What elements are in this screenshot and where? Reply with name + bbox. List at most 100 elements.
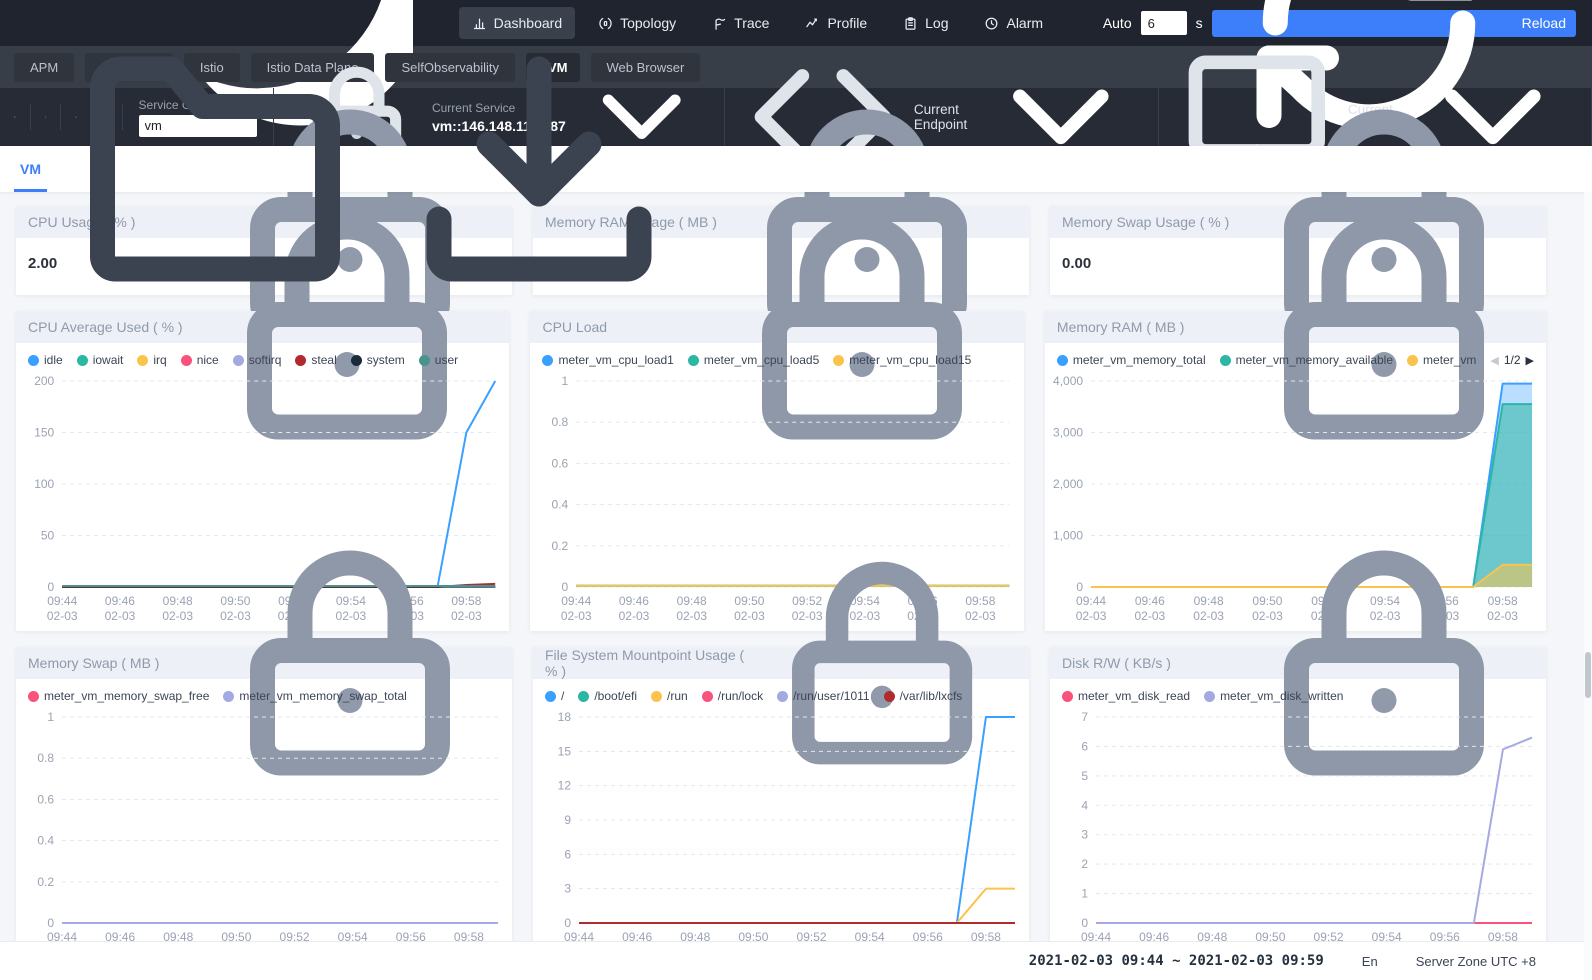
time-range-picker[interactable]: 2021-02-03 09:44 ~ 2021-02-03 09:59 [1029,953,1324,969]
page-tab-vm[interactable]: VM [20,146,41,192]
svg-text:0: 0 [47,916,54,930]
legend-item[interactable]: meter_vm_memory_swap_total [223,689,406,703]
legend-item[interactable]: irq [137,353,166,367]
language-toggle[interactable]: En [1362,954,1378,969]
folder-icon[interactable] [31,104,62,130]
nav-item-label: Trace [734,15,769,31]
lock-icon[interactable] [1234,177,1534,477]
nav-item-label: Alarm [1006,15,1043,31]
chart-title: CPU Average Used ( % ) [28,319,183,335]
svg-text:09:46: 09:46 [1135,594,1165,608]
svg-text:0: 0 [1081,916,1088,930]
log-icon [903,16,918,31]
legend-item[interactable]: idle [28,353,63,367]
legend-item[interactable]: meter_vm_disk_written [1204,689,1343,703]
scrollbar-thumb[interactable] [1585,652,1591,698]
legend-dot [542,355,553,366]
trace-icon [712,16,727,31]
legend-dot [688,355,699,366]
auto-refresh-input[interactable] [1141,11,1187,35]
legend-item[interactable]: meter_vm_memory_available [1220,353,1393,367]
chart-card-disk-rw: Disk R/W ( KB/s ) meter_vm_disk_read meter… [1050,647,1546,967]
dashboard-page-tabs: VM [0,146,1592,192]
download-icon[interactable] [389,19,689,319]
legend-item[interactable]: meter_vm_memory_total [1057,353,1206,367]
svg-text:02-03: 02-03 [47,609,78,623]
legend-item[interactable]: meter_vm_cpu_load1 [542,353,673,367]
legend-item[interactable]: steal [295,353,336,367]
legend-item[interactable]: meter_vm_disk_read [1062,689,1190,703]
lock-icon[interactable] [1234,513,1534,813]
legend-item[interactable]: nice [181,353,219,367]
legend-label: meter_vm_memory_swap_total [239,689,406,703]
legend-label: meter_vm_cpu_load15 [849,353,971,367]
footer-bar: 2021-02-03 09:44 ~ 2021-02-03 09:59 En S… [0,941,1592,980]
legend-dot [578,691,589,702]
svg-text:1,000: 1,000 [1053,529,1083,543]
legend-dot [351,355,362,366]
legend-item[interactable]: user [419,353,458,367]
legend-label: idle [44,353,63,367]
folder-icon[interactable] [65,19,365,319]
svg-text:0.6: 0.6 [37,792,54,806]
legend-label: user [435,353,458,367]
legend-item[interactable]: /boot/efi [578,689,637,703]
legend-next-arrow-icon[interactable]: ▶ [1526,354,1534,367]
legend-item[interactable]: meter_vm [1407,353,1476,367]
legend-label: system [367,353,405,367]
auto-refresh-unit: s [1196,15,1203,31]
svg-text:6: 6 [1081,739,1088,753]
legend-item[interactable]: iowait [77,353,124,367]
server-zone-setting[interactable]: Server Zone UTC +8 [1416,954,1536,969]
legend-dot [181,355,192,366]
legend-label: /run/lock [718,689,763,703]
svg-text:18: 18 [558,710,572,724]
legend-item[interactable]: system [351,353,405,367]
legend-item[interactable]: meter_vm_cpu_load5 [688,353,819,367]
reload-button[interactable]: Reload [1212,10,1576,37]
svg-text:5: 5 [1081,769,1088,783]
legend-item[interactable]: /run/user/1011 [777,689,870,703]
svg-text:12: 12 [558,779,572,793]
lock-icon[interactable] [747,528,1017,798]
svg-text:09:46: 09:46 [105,594,135,608]
chart-card-header: Memory Swap ( MB ) [16,647,512,679]
svg-text:1: 1 [1081,887,1088,901]
legend-dot [233,355,244,366]
nav-item-label: Log [925,15,948,31]
svg-text:02-03: 02-03 [1134,609,1165,623]
alarm-icon [984,16,999,31]
chart-title: CPU Load [542,319,607,335]
legend-item[interactable]: /run [651,689,688,703]
lock-icon[interactable] [712,177,1012,477]
legend-prev-arrow-icon[interactable]: ◀ [1490,354,1498,367]
legend-dot [1407,355,1418,366]
svg-text:02-03: 02-03 [105,609,136,623]
svg-text:1: 1 [562,374,569,388]
legend-label: nice [197,353,219,367]
legend-label: / [561,689,564,703]
legend-item[interactable]: /var/lib/lxcfs [884,689,963,703]
legend-item[interactable]: / [545,689,564,703]
legend-label: meter_vm_cpu_load5 [704,353,819,367]
svg-text:0.8: 0.8 [552,415,569,429]
legend-label: /run [667,689,688,703]
chart-card-header: Disk R/W ( KB/s ) [1050,647,1546,679]
legend-label: /boot/efi [594,689,637,703]
legend-item[interactable]: softirq [233,353,282,367]
legend-pager: ◀1/2▶ [1490,353,1534,367]
legend-label: /var/lib/lxcfs [900,689,963,703]
legend-dot [833,355,844,366]
legend-item[interactable]: meter_vm_memory_swap_free [28,689,209,703]
legend-dot [1204,691,1215,702]
lock-icon[interactable] [200,513,500,813]
legend-dot [77,355,88,366]
chart-card-memory-swap: Memory Swap ( MB ) meter_vm_memory_swap_f… [16,647,512,967]
svg-text:2,000: 2,000 [1053,477,1083,491]
legend-item[interactable]: /run/lock [702,689,763,703]
legend-item[interactable]: meter_vm_cpu_load15 [833,353,971,367]
lock-toggle-icon[interactable] [0,104,31,130]
legend-dot [1057,355,1068,366]
legend-dot [1220,355,1231,366]
svg-text:9: 9 [564,813,571,827]
